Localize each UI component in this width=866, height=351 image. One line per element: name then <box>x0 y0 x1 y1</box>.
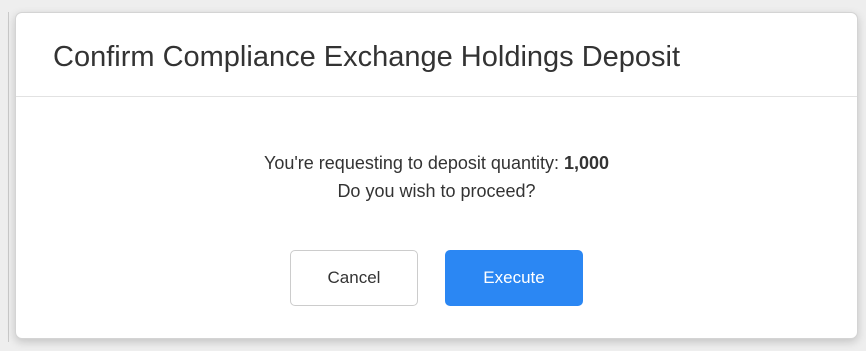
deposit-message: You're requesting to deposit quantity: 1… <box>16 149 857 177</box>
backdrop-edge <box>8 12 9 342</box>
proceed-question: Do you wish to proceed? <box>337 181 536 201</box>
deposit-quantity: 1,000 <box>563 153 610 173</box>
confirm-deposit-dialog: Confirm Compliance Exchange Holdings Dep… <box>15 12 858 339</box>
dialog-title: Confirm Compliance Exchange Holdings Dep… <box>53 41 681 73</box>
dialog-body: You're requesting to deposit quantity: 1… <box>16 97 857 205</box>
execute-button[interactable]: Execute <box>445 250 583 306</box>
dialog-header: Confirm Compliance Exchange Holdings Dep… <box>16 13 857 97</box>
deposit-message-text: You're requesting to deposit quantity: <box>263 153 564 173</box>
cancel-button[interactable]: Cancel <box>290 250 418 306</box>
dialog-actions: Cancel Execute <box>16 250 857 306</box>
